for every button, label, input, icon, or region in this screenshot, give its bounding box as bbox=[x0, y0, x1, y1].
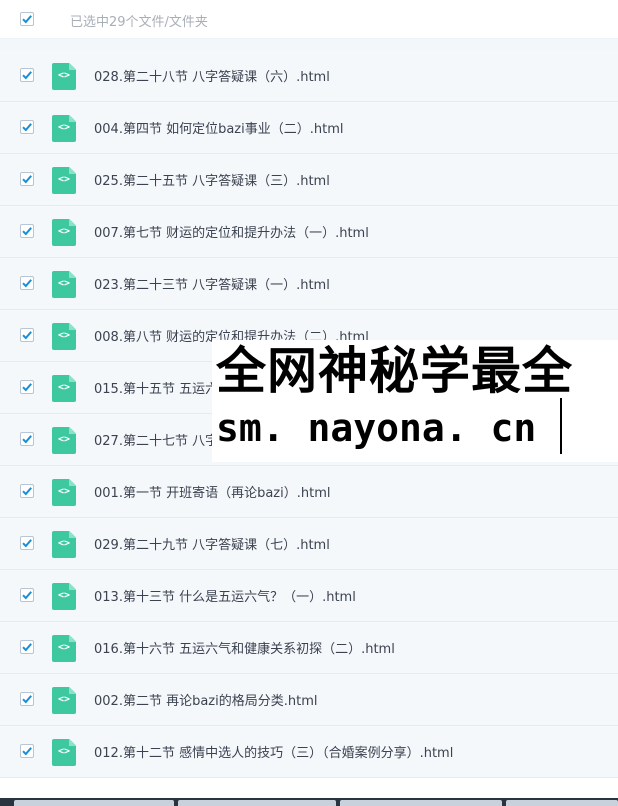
html-file-icon: <> bbox=[52, 323, 76, 350]
check-icon bbox=[22, 279, 32, 288]
html-file-icon: <> bbox=[52, 635, 76, 662]
file-checkbox[interactable] bbox=[20, 120, 34, 134]
file-checkbox[interactable] bbox=[20, 172, 34, 186]
watermark-line-1: 全网神秘学最全 bbox=[216, 342, 573, 400]
file-name[interactable]: 007.第七节 财运的定位和提升办法（一）.html bbox=[94, 222, 369, 241]
taskbar bbox=[0, 798, 618, 806]
file-name[interactable]: 013.第十三节 什么是五运六气？（一）.html bbox=[94, 586, 356, 605]
file-row[interactable]: <> 028.第二十八节 八字答疑课（六）.html bbox=[0, 50, 618, 102]
file-name[interactable]: 023.第二十三节 八字答疑课（一）.html bbox=[94, 274, 330, 293]
html-file-icon: <> bbox=[52, 427, 76, 454]
text-cursor bbox=[560, 398, 562, 454]
check-icon bbox=[22, 15, 32, 24]
select-all-checkbox[interactable] bbox=[20, 12, 34, 26]
check-icon bbox=[22, 747, 32, 756]
taskbar-item[interactable] bbox=[14, 800, 174, 806]
file-checkbox[interactable] bbox=[20, 744, 34, 758]
html-file-icon: <> bbox=[52, 687, 76, 714]
file-name[interactable]: 015.第十五节 五运六 bbox=[94, 378, 218, 397]
html-file-icon: <> bbox=[52, 63, 76, 90]
watermark-overlay: 全网神秘学最全 sm. nayona. cn bbox=[212, 340, 618, 462]
check-icon bbox=[22, 227, 32, 236]
file-icon-glyph: <> bbox=[57, 694, 71, 705]
check-icon bbox=[22, 331, 32, 340]
html-file-icon: <> bbox=[52, 115, 76, 142]
file-icon-glyph: <> bbox=[57, 642, 71, 653]
check-icon bbox=[22, 695, 32, 704]
file-checkbox[interactable] bbox=[20, 692, 34, 706]
html-file-icon: <> bbox=[52, 531, 76, 558]
file-icon-glyph: <> bbox=[57, 70, 71, 81]
file-name[interactable]: 016.第十六节 五运六气和健康关系初探（二）.html bbox=[94, 638, 395, 657]
list-gap bbox=[0, 39, 618, 50]
file-icon-glyph: <> bbox=[57, 330, 71, 341]
file-icon-glyph: <> bbox=[57, 122, 71, 133]
file-row[interactable]: <> 029.第二十九节 八字答疑课（七）.html bbox=[0, 518, 618, 570]
file-name[interactable]: 025.第二十五节 八字答疑课（三）.html bbox=[94, 170, 330, 189]
html-file-icon: <> bbox=[52, 375, 76, 402]
file-checkbox[interactable] bbox=[20, 432, 34, 446]
file-icon-glyph: <> bbox=[57, 226, 71, 237]
file-icon-glyph: <> bbox=[57, 434, 71, 445]
html-file-icon: <> bbox=[52, 219, 76, 246]
check-icon bbox=[22, 435, 32, 444]
file-checkbox[interactable] bbox=[20, 640, 34, 654]
file-name[interactable]: 002.第二节 再论bazi的格局分类.html bbox=[94, 690, 317, 709]
check-icon bbox=[22, 591, 32, 600]
html-file-icon: <> bbox=[52, 739, 76, 766]
selection-header: 已选中29个文件/文件夹 bbox=[0, 0, 618, 39]
file-icon-glyph: <> bbox=[57, 174, 71, 185]
check-icon bbox=[22, 175, 32, 184]
file-name[interactable]: 012.第十二节 感情中选人的技巧（三）（合婚案例分享）.html bbox=[94, 742, 453, 761]
check-icon bbox=[22, 123, 32, 132]
html-file-icon: <> bbox=[52, 583, 76, 610]
check-icon bbox=[22, 539, 32, 548]
file-icon-glyph: <> bbox=[57, 486, 71, 497]
file-name[interactable]: 004.第四节 如何定位bazi事业（二）.html bbox=[94, 118, 343, 137]
html-file-icon: <> bbox=[52, 271, 76, 298]
check-icon bbox=[22, 643, 32, 652]
file-checkbox[interactable] bbox=[20, 380, 34, 394]
file-row[interactable]: <> 023.第二十三节 八字答疑课（一）.html bbox=[0, 258, 618, 310]
file-checkbox[interactable] bbox=[20, 588, 34, 602]
check-icon bbox=[22, 71, 32, 80]
file-icon-glyph: <> bbox=[57, 538, 71, 549]
taskbar-item[interactable] bbox=[506, 800, 618, 806]
file-name[interactable]: 029.第二十九节 八字答疑课（七）.html bbox=[94, 534, 330, 553]
html-file-icon: <> bbox=[52, 167, 76, 194]
check-icon bbox=[22, 487, 32, 496]
file-icon-glyph: <> bbox=[57, 382, 71, 393]
file-row[interactable]: <> 013.第十三节 什么是五运六气？（一）.html bbox=[0, 570, 618, 622]
file-checkbox[interactable] bbox=[20, 484, 34, 498]
file-checkbox[interactable] bbox=[20, 224, 34, 238]
file-checkbox[interactable] bbox=[20, 68, 34, 82]
check-icon bbox=[22, 383, 32, 392]
file-row[interactable]: <> 004.第四节 如何定位bazi事业（二）.html bbox=[0, 102, 618, 154]
file-row[interactable]: <> 025.第二十五节 八字答疑课（三）.html bbox=[0, 154, 618, 206]
html-file-icon: <> bbox=[52, 479, 76, 506]
file-row[interactable]: <> 016.第十六节 五运六气和健康关系初探（二）.html bbox=[0, 622, 618, 674]
file-row[interactable]: <> 002.第二节 再论bazi的格局分类.html bbox=[0, 674, 618, 726]
file-row[interactable]: <> 007.第七节 财运的定位和提升办法（一）.html bbox=[0, 206, 618, 258]
file-checkbox[interactable] bbox=[20, 328, 34, 342]
taskbar-item[interactable] bbox=[178, 800, 336, 806]
file-name[interactable]: 001.第一节 开班寄语（再论bazi）.html bbox=[94, 482, 330, 501]
selected-count-text: 已选中29个文件/文件夹 bbox=[70, 15, 208, 30]
file-icon-glyph: <> bbox=[57, 278, 71, 289]
file-row[interactable]: <> 012.第十二节 感情中选人的技巧（三）（合婚案例分享）.html bbox=[0, 726, 618, 778]
watermark-line-2: sm. nayona. cn bbox=[216, 406, 537, 450]
file-checkbox[interactable] bbox=[20, 276, 34, 290]
taskbar-item[interactable] bbox=[340, 800, 502, 806]
file-name[interactable]: 028.第二十八节 八字答疑课（六）.html bbox=[94, 66, 330, 85]
file-icon-glyph: <> bbox=[57, 746, 71, 757]
file-icon-glyph: <> bbox=[57, 590, 71, 601]
file-checkbox[interactable] bbox=[20, 536, 34, 550]
file-name[interactable]: 027.第二十七节 八字 bbox=[94, 430, 218, 449]
file-row[interactable]: <> 001.第一节 开班寄语（再论bazi）.html bbox=[0, 466, 618, 518]
